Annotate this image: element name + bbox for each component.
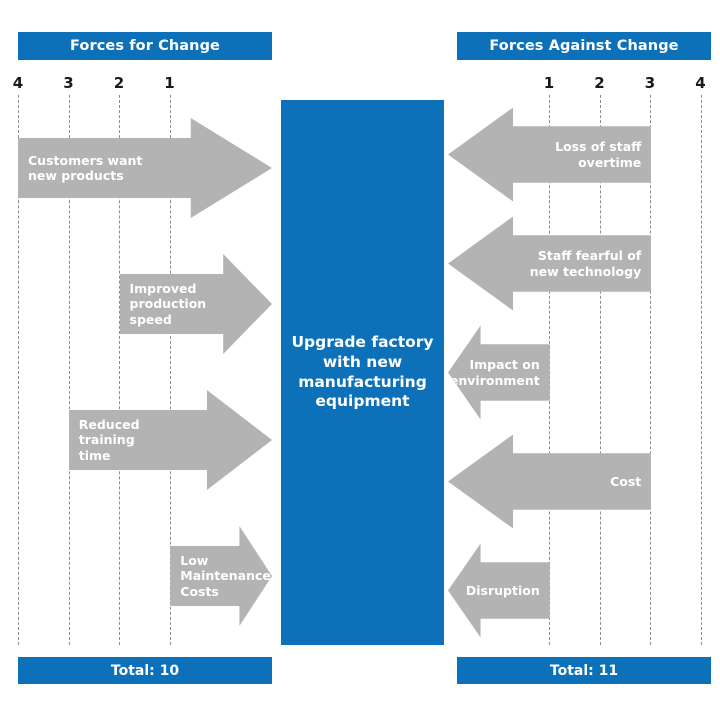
force-arrow: Disruption	[448, 543, 550, 638]
scale-tick-label: 3	[644, 74, 656, 92]
force-arrow-label: Low Maintenance Costs	[180, 553, 271, 599]
scale-gridline	[700, 95, 702, 645]
force-arrow-label: Impact on environment	[449, 357, 540, 388]
force-arrow: Customers want new products	[18, 118, 272, 218]
force-field-analysis-diagram: Forces for Change Forces Against Change …	[0, 0, 720, 720]
force-arrow: Improved production speed	[119, 254, 272, 354]
force-arrow-label: Disruption	[465, 582, 540, 598]
scale-tick-label: 2	[113, 74, 125, 92]
scale-tick-label: 4	[695, 74, 706, 92]
forces-for-change-header: Forces for Change	[18, 32, 272, 60]
force-arrow: Low Maintenance Costs	[170, 526, 272, 626]
total-forces-against-change: Total: 11	[457, 657, 711, 684]
force-arrow-label: Loss of staff overtime	[555, 139, 642, 170]
scale-tick-label: 3	[63, 74, 74, 92]
scale-tick-label: 4	[12, 74, 24, 92]
scale-tick-label: 2	[594, 74, 605, 92]
force-arrow: Impact on environment	[448, 325, 550, 420]
force-arrow-label: Staff fearful of new technology	[529, 248, 642, 279]
scale-tick-label: 1	[164, 74, 175, 92]
force-arrow-label: Improved production speed	[129, 281, 207, 327]
goal-box: Upgrade factory with new manufacturing e…	[281, 100, 444, 645]
scale-tick-label: 1	[543, 74, 555, 92]
forces-against-change-header: Forces Against Change	[457, 32, 711, 60]
total-forces-for-change: Total: 10	[18, 657, 272, 684]
force-arrow-label: Customers want new products	[28, 152, 143, 183]
force-arrow-label: Reduced training time	[78, 417, 140, 463]
force-arrow-label: Cost	[610, 473, 642, 489]
